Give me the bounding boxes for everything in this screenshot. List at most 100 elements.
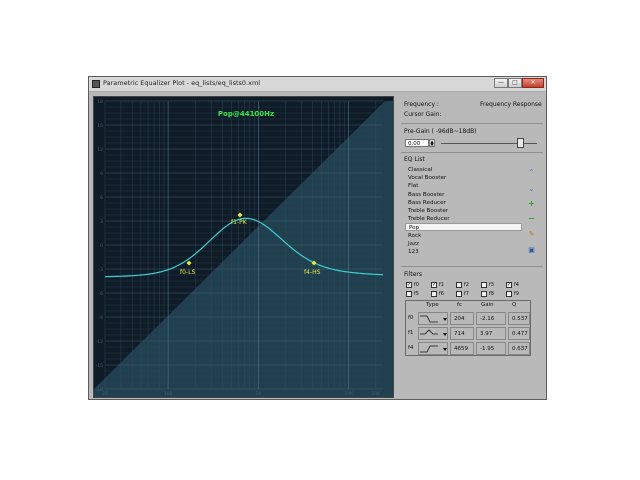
pregain-slider-thumb[interactable]	[517, 138, 524, 148]
move-down-icon[interactable]: ⌄	[527, 184, 536, 193]
filters-label: Filters	[404, 271, 422, 278]
pregain-spinner[interactable]: ▲ ▼	[429, 139, 435, 147]
close-button[interactable]: ✕	[522, 78, 544, 88]
filter-checkbox-f9[interactable]	[506, 291, 512, 297]
eq-list-item[interactable]: Pop	[405, 223, 522, 232]
control-panel: Frequency : Frequency Response Cursor Ga…	[401, 96, 543, 398]
filter-q-value: 0.637	[512, 346, 528, 352]
y-tick-label: -15	[96, 363, 103, 369]
filter-checkbox-f1[interactable]: ✓	[431, 282, 437, 288]
filter-checkbox-label: f6	[439, 290, 444, 297]
filter-type-select[interactable]	[418, 342, 448, 355]
filter-checkbox-f4[interactable]: ✓	[506, 282, 512, 288]
filter-checkbox-label: f2	[464, 281, 469, 288]
fc-header: fc	[457, 302, 462, 308]
eq-list-label: EQ List	[404, 156, 425, 163]
filter-q-field[interactable]: 0.637	[508, 342, 530, 355]
gain-header: Gain	[481, 302, 494, 308]
filter-checkbox-label: f0	[414, 281, 419, 288]
filter-checkbox-f6[interactable]	[431, 291, 437, 297]
eq-list-item[interactable]: Flat	[405, 182, 522, 190]
title-bar[interactable]: Parametric Equalizer Plot - eq_lists/eq_…	[89, 77, 546, 92]
filter-checkbox-label: f8	[489, 290, 494, 297]
filter-q-value: 0.537	[512, 316, 528, 322]
filter-row-name: f4	[408, 345, 414, 351]
filter-fc-field[interactable]: 714	[450, 327, 474, 340]
x-tick-label: 100	[164, 391, 173, 397]
filter-shape-icon	[420, 345, 447, 353]
filter-marker-label: f0-LS	[180, 269, 195, 276]
y-tick-label: 12	[97, 147, 103, 153]
filter-checkbox-label: f7	[464, 290, 469, 297]
filter-gain-field[interactable]: 3.97	[476, 327, 506, 340]
frequency-label: Frequency :	[404, 101, 439, 108]
eq-list[interactable]: Classical Vocal Booster Flat Bass Booster Ba…	[405, 166, 522, 276]
filter-gain-value: 3.97	[480, 331, 493, 337]
pregain-label: Pre-Gain ( -96dB~18dB)	[404, 128, 477, 135]
filter-q-field[interactable]: 0.477	[508, 327, 530, 340]
move-up-icon[interactable]: ⌃	[527, 168, 536, 177]
eq-plot-canvas[interactable]: 1815129630-3-6-9-12-15-18 20 100 1K 10K 20K …	[94, 97, 393, 397]
eq-plot[interactable]: 18 15 12 9 6 3 0 -3 -6 -9 -12 -15 -18 20 100 1K 10K 20K …	[93, 96, 394, 398]
maximize-button[interactable]: □	[508, 78, 522, 88]
eq-list-item[interactable]: Treble Reducer	[405, 215, 522, 223]
filter-marker-label: f1-PK	[231, 219, 248, 226]
save-icon[interactable]: ▣	[527, 246, 536, 255]
filter-checkbox-label: f5	[414, 290, 419, 297]
y-tick-label: -3	[99, 267, 104, 273]
filter-checkbox-f7[interactable]	[456, 291, 462, 297]
filter-checkbox-f8[interactable]	[481, 291, 487, 297]
add-icon[interactable]: +	[527, 199, 536, 208]
y-tick-label: -6	[99, 291, 104, 297]
filter-shape-icon	[420, 329, 447, 336]
app-icon	[92, 80, 100, 88]
filter-type-select[interactable]	[418, 312, 448, 325]
filter-checkbox-f5[interactable]	[406, 291, 412, 297]
eq-list-item[interactable]: Treble Booster	[405, 207, 522, 215]
eq-list-item[interactable]: Jazz	[405, 240, 522, 248]
minimize-button[interactable]: —	[494, 78, 508, 88]
filter-gain-value: -1.95	[480, 346, 495, 352]
filter-checkbox-label: f3	[489, 281, 494, 288]
y-tick-label: 9	[100, 171, 103, 177]
frequency-response-label: Frequency Response	[480, 101, 542, 108]
filter-checkbox-f3[interactable]	[481, 282, 487, 288]
filter-fc-value: 4659	[454, 346, 468, 352]
y-tick-label: 3	[100, 219, 103, 225]
y-tick-label: 6	[100, 195, 103, 201]
filter-checkbox-f0[interactable]: ✓	[406, 282, 412, 288]
y-tick-label: -9	[99, 315, 104, 321]
divider	[401, 152, 543, 153]
filter-fc-value: 714	[454, 331, 465, 337]
eq-list-item[interactable]: Bass Reducer	[405, 199, 522, 207]
filter-row-name: f0	[408, 315, 414, 321]
edit-icon[interactable]: ✎	[527, 230, 536, 239]
filter-gain-value: -2.16	[480, 316, 495, 322]
divider	[401, 266, 543, 267]
eq-list-item[interactable]: Classical	[405, 166, 522, 174]
pregain-input[interactable]: 0.00	[405, 139, 429, 147]
filter-q-value: 0.477	[512, 331, 528, 337]
filter-row-name: f1	[408, 330, 414, 336]
eq-list-item[interactable]: Bass Booster	[405, 191, 522, 199]
filter-checkbox-f2[interactable]	[456, 282, 462, 288]
filter-checkbox-label: f4	[514, 281, 519, 288]
x-tick-label: 1K	[255, 391, 262, 397]
filter-gain-field[interactable]: -2.16	[476, 312, 506, 325]
filter-shape-icon	[420, 315, 447, 323]
remove-icon[interactable]: −	[527, 214, 536, 223]
eq-list-item[interactable]: 123	[405, 248, 522, 256]
filter-type-select[interactable]	[418, 327, 448, 340]
eq-list-item[interactable]: Rock	[405, 232, 522, 240]
filter-q-field[interactable]: 0.537	[508, 312, 530, 325]
eq-list-item[interactable]: Vocal Booster	[405, 174, 522, 182]
y-tick-label: -12	[96, 339, 103, 345]
filter-gain-field[interactable]: -1.95	[476, 342, 506, 355]
filter-fc-field[interactable]: 204	[450, 312, 474, 325]
q-header: Q	[512, 302, 517, 308]
type-header: Type	[426, 302, 439, 308]
x-tick-label: 20	[102, 391, 108, 397]
equalizer-window: Parametric Equalizer Plot - eq_lists/eq_…	[88, 76, 547, 400]
cursor-gain-label: Cursor Gain:	[404, 111, 442, 118]
filter-fc-field[interactable]: 4659	[450, 342, 474, 355]
